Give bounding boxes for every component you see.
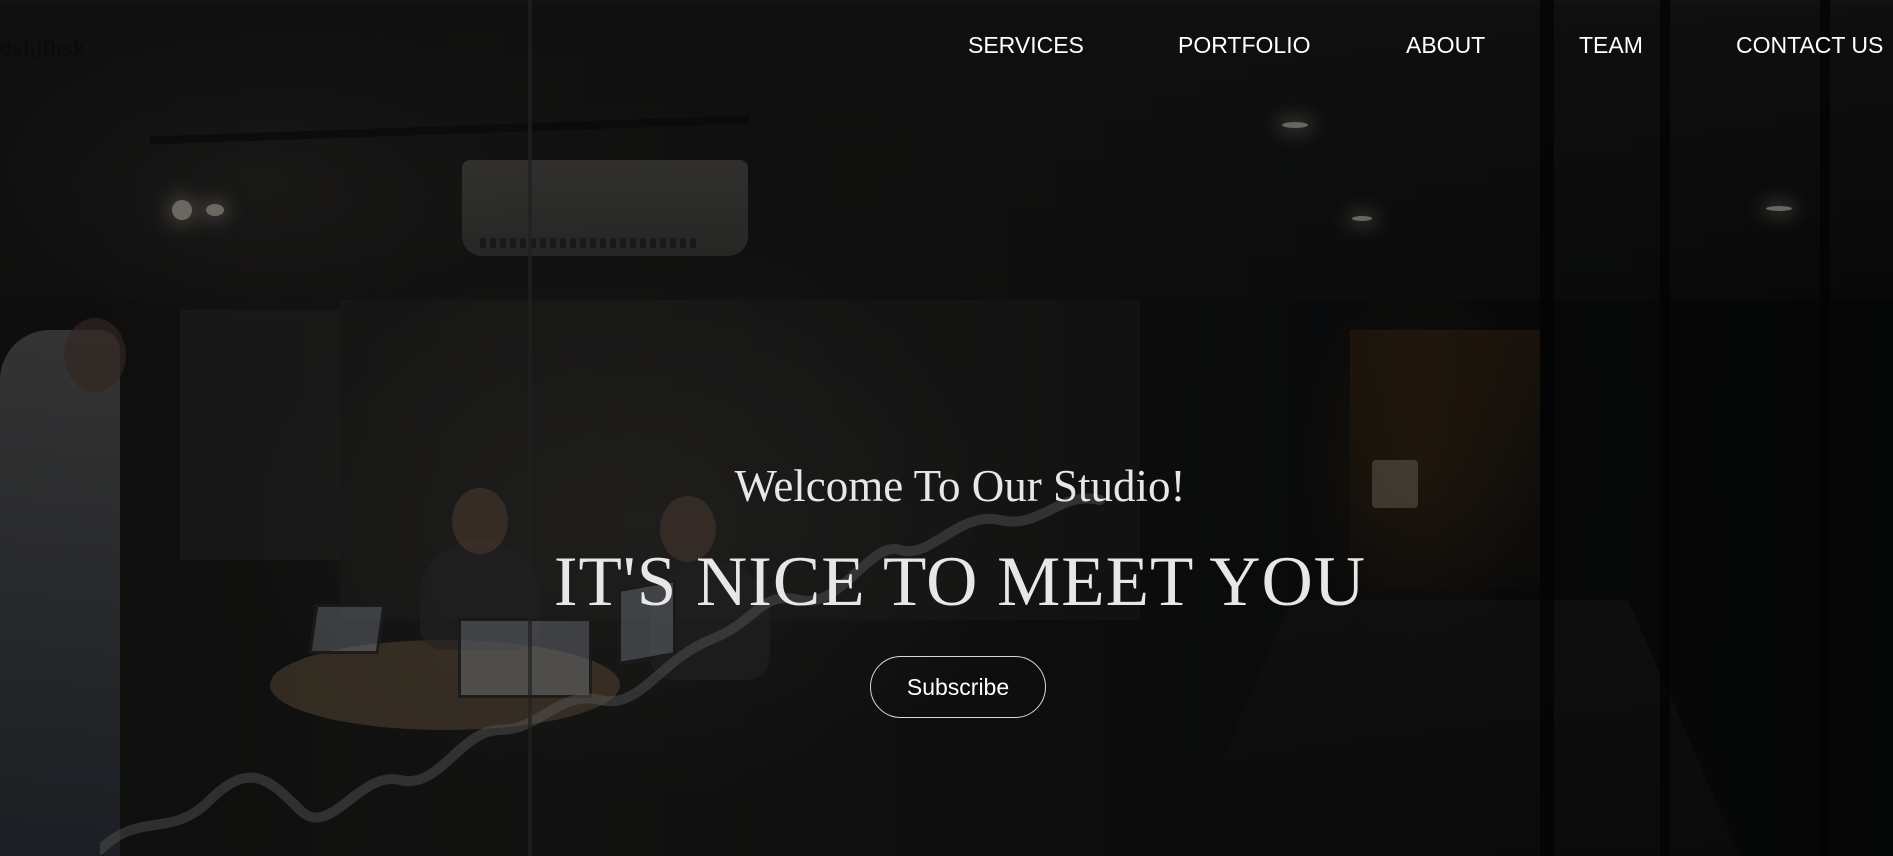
nav-link-services[interactable]: SERVICES: [968, 32, 1084, 59]
hero-heading: IT'S NICE TO MEET YOU: [553, 543, 1367, 621]
hero-section: dshjfhsk SERVICES PORTFOLIO ABOUT TEAM C…: [0, 0, 1893, 856]
hero-subheading: Welcome To Our Studio!: [734, 461, 1186, 511]
nav-link-portfolio[interactable]: PORTFOLIO: [1178, 32, 1311, 59]
dark-overlay: [0, 0, 1893, 856]
nav-link-team[interactable]: TEAM: [1579, 32, 1643, 59]
brand-logo-text[interactable]: dshjfhsk: [0, 36, 84, 60]
nav-link-contact-us[interactable]: CONTACT US: [1736, 32, 1883, 59]
subscribe-button[interactable]: Subscribe: [870, 656, 1046, 718]
nav-link-about[interactable]: ABOUT: [1406, 32, 1485, 59]
